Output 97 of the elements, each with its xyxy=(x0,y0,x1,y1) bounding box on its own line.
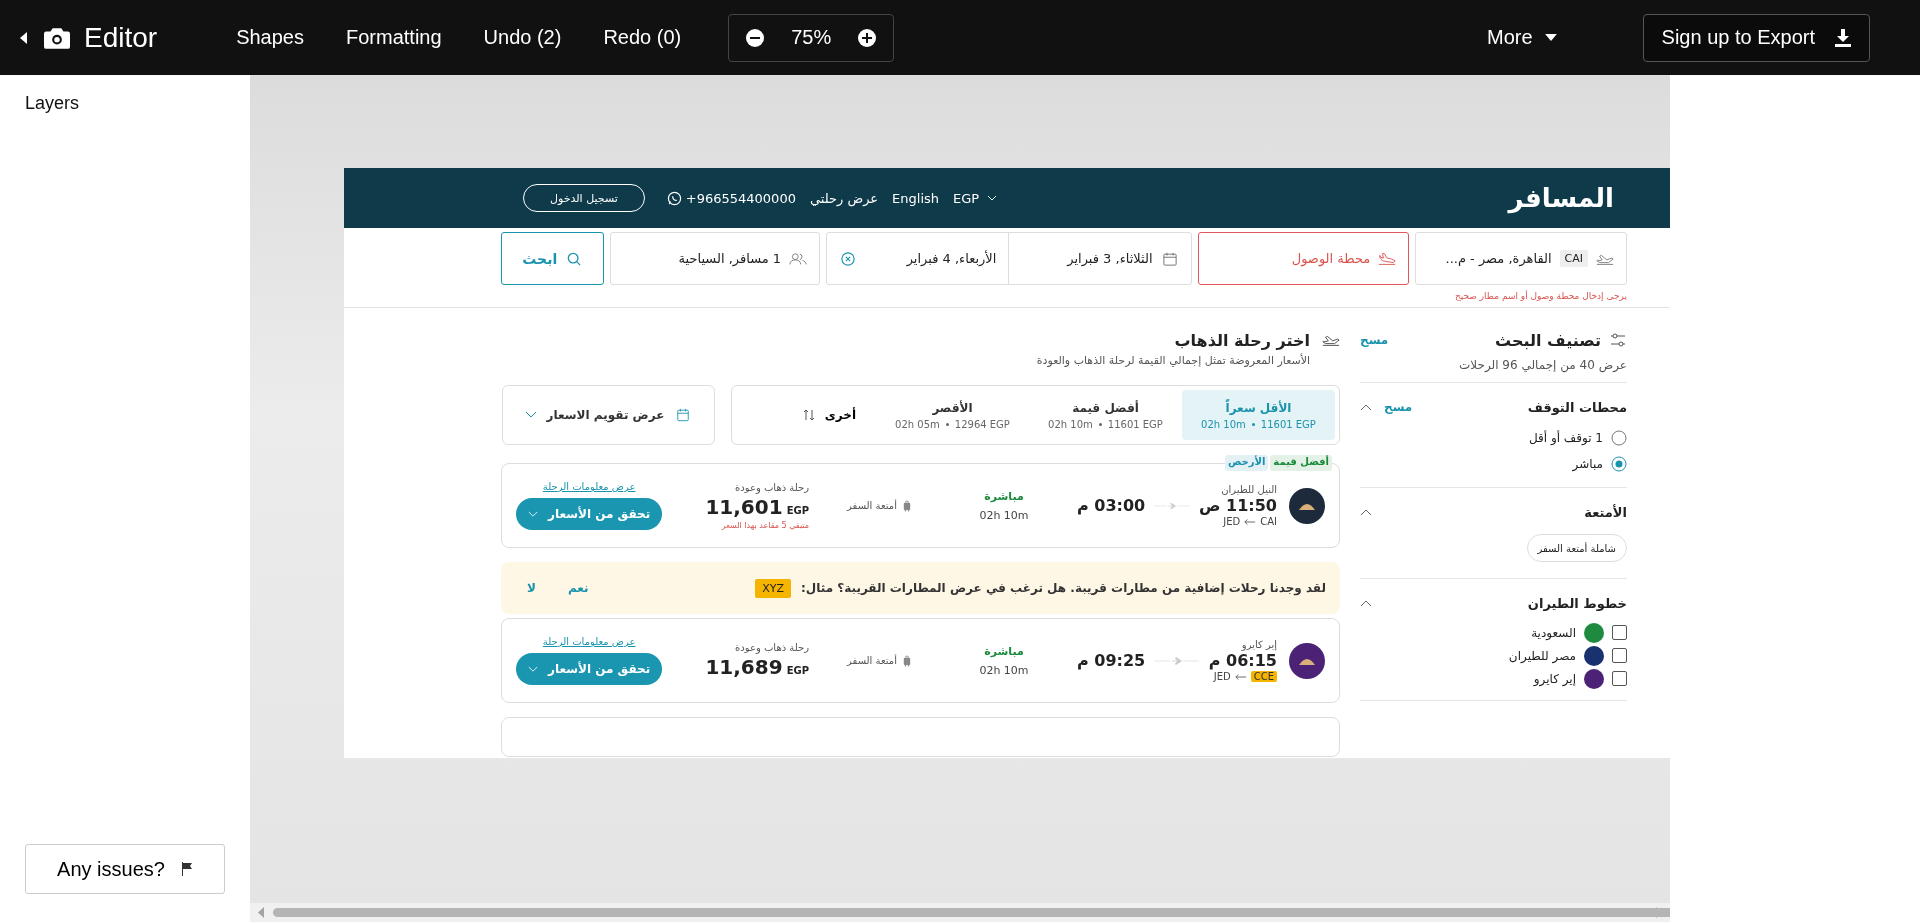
luggage-icon xyxy=(902,654,911,667)
search-button[interactable]: ابحث xyxy=(501,232,605,285)
chevron-icon[interactable] xyxy=(1360,508,1372,516)
more-menu[interactable]: More xyxy=(1481,25,1563,50)
fare-label: رحلة ذهاب وعودة xyxy=(734,481,809,493)
arrow-left-icon xyxy=(1234,672,1247,681)
people-icon xyxy=(789,251,808,266)
origin-code: CAI xyxy=(1260,516,1277,527)
camera-icon[interactable] xyxy=(44,26,70,49)
plane-takeoff-icon xyxy=(1322,333,1340,347)
airline-label: السعودية xyxy=(1531,625,1576,640)
baggage-label: أمتعة السفر xyxy=(847,500,897,511)
banner-text: لقد وجدنا رحلات إضافية من مطارات قريبة. هل ترغب في عرض المطارات القريبة؟ مثال: xyxy=(801,581,1326,595)
currency-label: EGP xyxy=(786,665,809,676)
currency-selector[interactable]: EGP xyxy=(953,190,998,206)
chevron-icon[interactable] xyxy=(1360,403,1372,411)
flag-icon xyxy=(180,862,193,876)
undo-button[interactable]: Undo (2) xyxy=(483,26,562,49)
filter-section-title: محطات التوقف xyxy=(1527,399,1627,415)
error-message: يرجى إدخال محطة وصول أو اسم مطار صحيح xyxy=(1454,291,1627,301)
chevron-down-icon xyxy=(528,510,538,518)
chevron-icon[interactable] xyxy=(1360,599,1372,607)
airline-label: مصر للطيران xyxy=(1508,648,1576,663)
destination-code: JED xyxy=(1213,671,1231,682)
airline-name: إير كايرو xyxy=(1240,639,1277,650)
layers-title: Layers xyxy=(25,93,81,114)
checkbox[interactable] xyxy=(1612,625,1627,640)
plane-landing-icon xyxy=(1378,251,1397,266)
language-link[interactable]: English xyxy=(892,190,940,206)
arrow-left-icon xyxy=(1244,517,1257,526)
filters-title: تصنيف البحث xyxy=(1495,330,1601,350)
results-summary: عرض 40 من إجمالي 96 الرحلات xyxy=(1360,354,1627,383)
badge: الأرخص xyxy=(1224,455,1269,471)
arrival-time: 03:00 م xyxy=(1077,496,1146,515)
arrival-time: 09:25 م xyxy=(1077,651,1146,670)
destination-code: JED xyxy=(1223,516,1241,527)
results-subtitle: الأسعار المعروضة تمثل إجمالي القيمة لرحلة الذهاب والعودة xyxy=(1035,354,1311,367)
price-calendar-button[interactable]: عرض تقويم الاسعار xyxy=(502,385,715,445)
clear-link[interactable]: مسح xyxy=(1360,333,1389,347)
badge: أفضل قيمة xyxy=(1270,455,1332,471)
chevron-down-icon xyxy=(987,195,998,201)
currency-label: EGP xyxy=(786,504,809,516)
redo-button[interactable]: Redo (0) xyxy=(603,26,682,49)
radio-button[interactable] xyxy=(1611,456,1627,472)
stops-label: مباشرة xyxy=(984,644,1024,658)
checkbox[interactable] xyxy=(1612,648,1627,663)
site-logo[interactable]: المسافر xyxy=(1508,183,1614,213)
flight-details-link[interactable]: عرض معلومات الرحلة xyxy=(542,636,636,647)
radio-button[interactable] xyxy=(1611,430,1627,446)
my-booking-link[interactable]: عرض رحلتي xyxy=(809,190,879,206)
sort-icon xyxy=(802,409,815,421)
whatsapp-icon xyxy=(666,190,682,206)
horizontal-scrollbar[interactable] xyxy=(250,903,1670,922)
filter-chip[interactable]: شاملة أمتعة السفر xyxy=(1526,534,1627,562)
export-button[interactable]: Sign up to Export xyxy=(1642,13,1870,62)
travellers-field[interactable]: 1 مسافر, السياحية xyxy=(610,232,821,285)
chevron-down-icon xyxy=(528,665,538,673)
zoom-out-icon[interactable] xyxy=(745,27,766,48)
baggage-label: أمتعة السفر xyxy=(847,655,897,666)
departure-time: 11:50 ص xyxy=(1198,496,1277,515)
price: 11,689 xyxy=(705,655,783,679)
departure-time: 06:15 م xyxy=(1208,651,1277,670)
destination-field[interactable]: محطة الوصول xyxy=(1197,232,1410,285)
back-caret-icon[interactable] xyxy=(20,31,28,44)
filter-section-title: الأمتعة xyxy=(1584,504,1627,520)
caret-down-icon xyxy=(1544,34,1557,41)
flight-duration: 02h 10m xyxy=(979,663,1029,677)
stops-label: مباشرة xyxy=(984,489,1024,503)
flight-duration: 02h 10m xyxy=(979,508,1029,522)
issues-button[interactable]: Any issues? xyxy=(25,844,225,894)
airline-name: النيل للطيران xyxy=(1220,484,1277,495)
radio-option[interactable]: مباشر xyxy=(1360,451,1627,477)
fare-label: رحلة ذهاب وعودة xyxy=(734,642,809,653)
origin-code: CCE xyxy=(1250,671,1277,682)
airport-code-badge: XYZ xyxy=(755,578,792,598)
checkbox[interactable] xyxy=(1612,671,1627,686)
sliders-icon xyxy=(1609,333,1627,347)
zoom-level: 75% xyxy=(791,26,832,49)
luggage-icon xyxy=(902,499,911,512)
airport-code: CAI xyxy=(1559,250,1588,267)
shapes-menu[interactable]: Shapes xyxy=(236,26,304,49)
filter-section-title: خطوط الطيران xyxy=(1527,595,1627,611)
calendar-icon xyxy=(674,408,692,422)
chevron-down-icon xyxy=(525,411,537,419)
airline-label: إير كايرو xyxy=(1533,671,1576,686)
zoom-in-icon[interactable] xyxy=(857,27,878,48)
flight-details-link[interactable]: عرض معلومات الرحلة xyxy=(542,481,636,492)
editor-title: Editor xyxy=(84,21,158,54)
seats-left-note: متبقي 5 مقاعد بهذا السعر xyxy=(720,520,809,530)
flight-path-icon xyxy=(1153,654,1201,667)
download-icon xyxy=(1835,28,1851,47)
radio-option[interactable]: 1 توقف أو أقل xyxy=(1360,425,1627,451)
price: 11,601 xyxy=(705,494,783,519)
formatting-menu[interactable]: Formatting xyxy=(346,26,442,49)
phone-link[interactable]: +966554400000 xyxy=(666,190,796,206)
clear-link[interactable]: مسح xyxy=(1384,400,1413,414)
results-title: اختر رحلة الذهاب xyxy=(1174,330,1310,350)
